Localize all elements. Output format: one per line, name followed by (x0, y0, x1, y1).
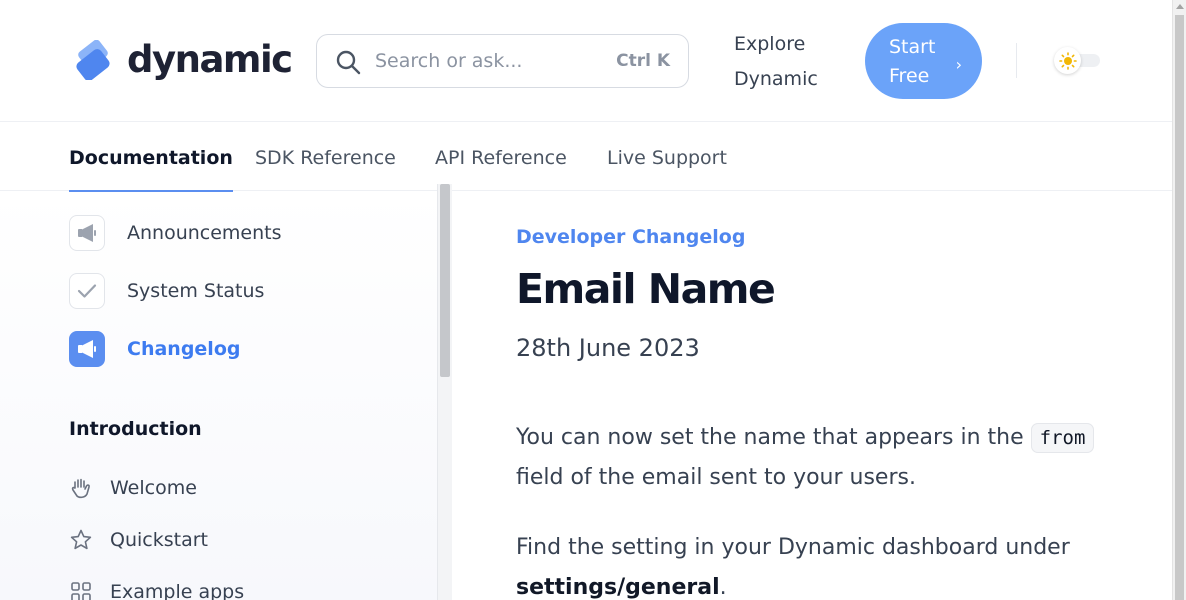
paragraph-2: Find the setting in your Dynamic dashboa… (516, 528, 1106, 600)
sidebar-link-announcements[interactable]: Announcements (69, 215, 282, 251)
section-title-introduction: Introduction (69, 418, 202, 440)
inline-code: from (1030, 423, 1095, 453)
page: dynamic Ctrl K Explore Dynamic Start Fre… (0, 0, 1172, 600)
sidebar-item-example-apps[interactable]: Example apps (69, 578, 244, 600)
system-status-icon-box (69, 273, 105, 309)
breadcrumb[interactable]: Developer Changelog (516, 226, 745, 248)
explore-line-1: Explore (734, 33, 806, 55)
paragraph-text: Find the setting in your Dynamic dashboa… (516, 535, 1070, 560)
dynamic-logo-icon (76, 40, 110, 80)
sidebar-item-label: Quickstart (110, 529, 208, 551)
settings-path: settings/general (516, 575, 720, 600)
sidebar-scrollbar-thumb[interactable] (440, 184, 450, 377)
start-line-1: Start (889, 36, 936, 58)
doc-tabs: Documentation SDK Reference API Referenc… (0, 123, 1172, 192)
start-free-button[interactable]: Start Free › (865, 23, 982, 99)
announcements-icon-box (69, 215, 105, 251)
paragraph-1: You can now set the name that appears in… (516, 418, 1106, 498)
page-title: Email Name (516, 265, 776, 313)
brand-name: dynamic (127, 38, 293, 81)
theme-toggle[interactable] (1054, 47, 1100, 74)
sidebar-item-label: Example apps (110, 581, 245, 600)
window-scrollbar[interactable] (1172, 0, 1186, 600)
search-shortcut: Ctrl K (616, 51, 670, 71)
search-icon (336, 50, 361, 75)
sidebar-link-changelog[interactable]: Changelog (69, 331, 240, 367)
post-date: 28th June 2023 (516, 334, 700, 362)
header-divider (1016, 43, 1017, 78)
sidebar-scrollbar[interactable] (437, 184, 452, 600)
sidebar-item-label: Welcome (110, 477, 197, 499)
waving-hand-icon (69, 476, 93, 500)
toggle-knob (1054, 47, 1081, 74)
paragraph-text: . (719, 575, 727, 600)
megaphone-icon (78, 340, 96, 358)
sidebar: Announcements System Status Changelog In… (0, 192, 437, 600)
tab-documentation[interactable]: Documentation (69, 123, 233, 192)
changelog-icon-box (69, 331, 105, 367)
sidebar-link-label: System Status (127, 280, 265, 302)
paragraph-text: field of the email sent to your users. (516, 465, 916, 490)
sidebar-item-quickstart[interactable]: Quickstart (69, 526, 208, 554)
main-content: Developer Changelog Email Name 28th June… (452, 192, 1172, 600)
tab-api-reference[interactable]: API Reference (435, 123, 567, 192)
check-icon (77, 284, 97, 298)
sidebar-item-welcome[interactable]: Welcome (69, 474, 197, 502)
tab-live-support[interactable]: Live Support (607, 123, 727, 192)
start-line-2: Free (889, 65, 930, 87)
grid-icon (69, 580, 93, 600)
sidebar-link-label: Changelog (127, 338, 241, 360)
brand-logo[interactable]: dynamic (69, 38, 293, 81)
sidebar-link-label: Announcements (127, 222, 282, 244)
window-scrollbar-thumb[interactable] (1175, 15, 1184, 600)
scroll-up-arrow-icon[interactable] (1176, 4, 1184, 9)
chevron-right-icon: › (955, 55, 962, 74)
megaphone-icon (78, 224, 96, 242)
paragraph-text: You can now set the name that appears in… (516, 425, 1031, 450)
explore-dynamic-link[interactable]: Explore Dynamic (734, 27, 844, 97)
sidebar-link-system-status[interactable]: System Status (69, 273, 264, 309)
tab-sdk-reference[interactable]: SDK Reference (255, 123, 396, 192)
explore-line-2: Dynamic (734, 68, 818, 90)
star-icon (69, 528, 93, 552)
search-box[interactable]: Ctrl K (316, 34, 689, 88)
top-header: dynamic Ctrl K Explore Dynamic Start Fre… (0, 0, 1172, 122)
search-input[interactable] (375, 35, 615, 87)
sun-icon (1058, 51, 1077, 70)
